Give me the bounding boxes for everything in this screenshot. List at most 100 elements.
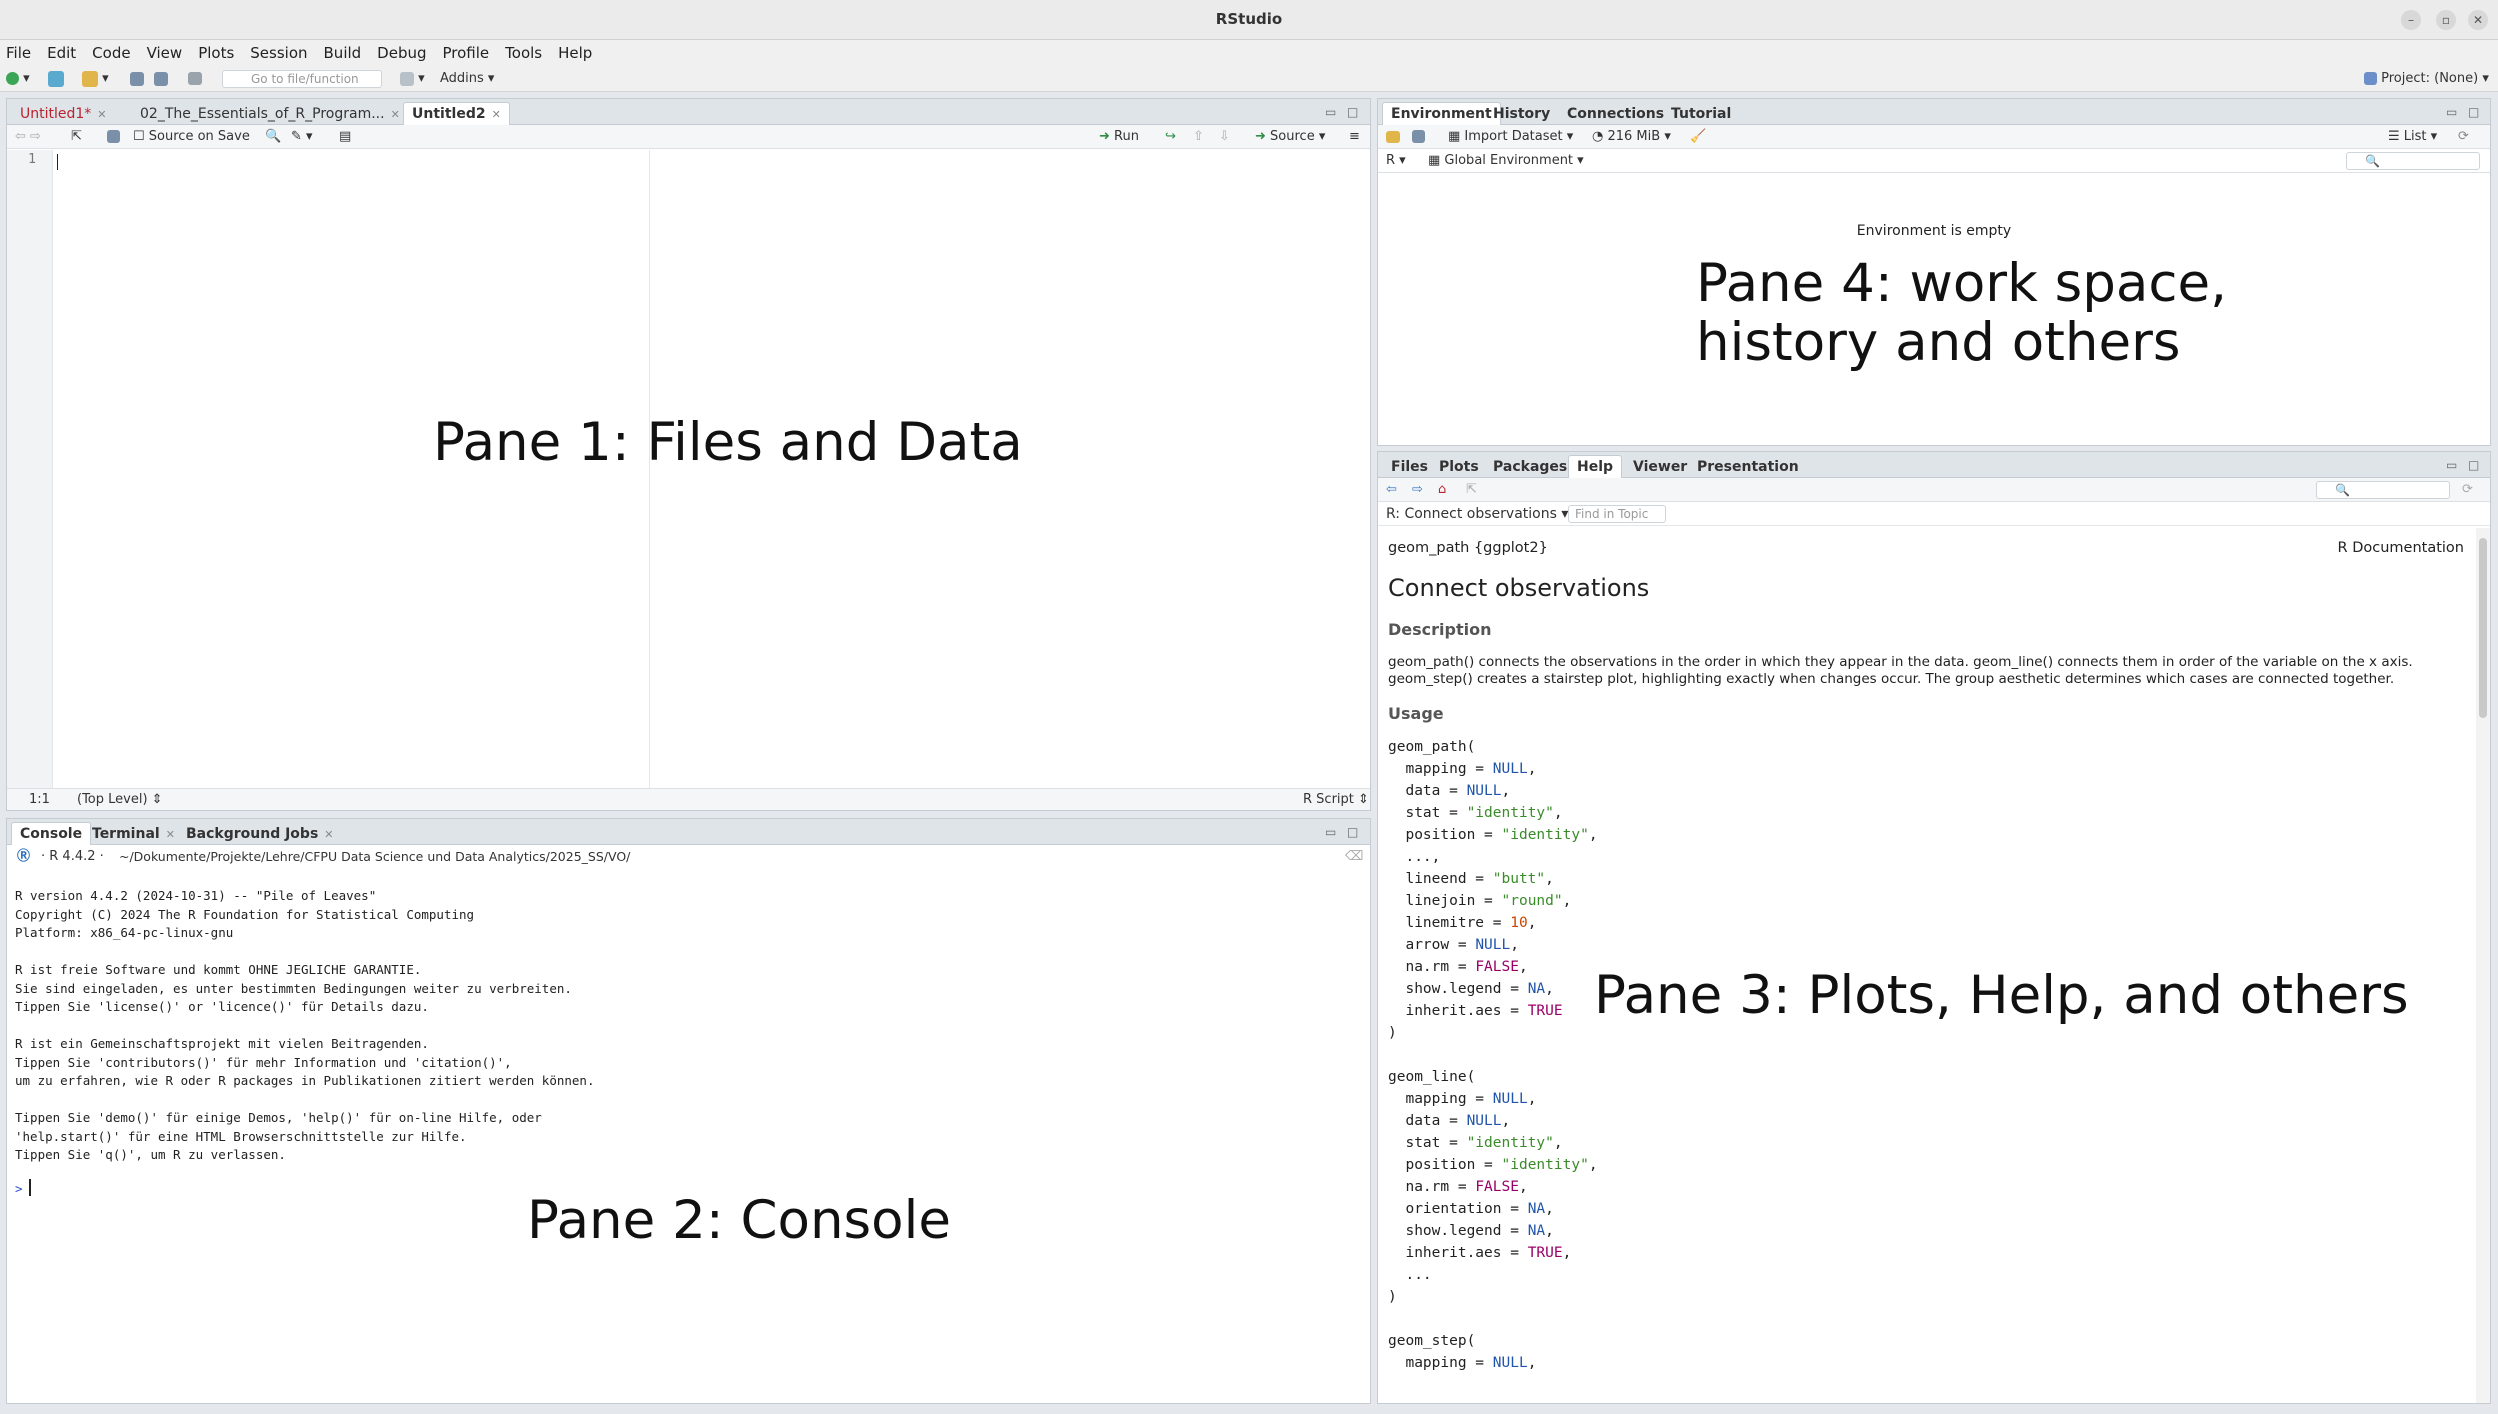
menu-tools[interactable]: Tools	[497, 40, 550, 66]
save-icon[interactable]	[107, 125, 120, 149]
menu-code[interactable]: Code	[84, 40, 138, 66]
minimize-pane-icon[interactable]: ▭	[2446, 105, 2457, 119]
maximize-pane-icon[interactable]: □	[1347, 825, 1358, 839]
goto-file-input[interactable]: Go to file/function	[222, 70, 382, 88]
help-search-input[interactable]: 🔍	[2316, 481, 2450, 499]
popout-icon[interactable]: ⇱	[1466, 478, 1477, 502]
menu-plots[interactable]: Plots	[190, 40, 242, 66]
minimize-pane-icon[interactable]: ▭	[1325, 825, 1336, 839]
scope-selector[interactable]: ▦ Global Environment ▾	[1428, 149, 1584, 173]
maximize-pane-icon[interactable]: □	[1347, 105, 1358, 119]
tab-viewer[interactable]: Viewer	[1624, 455, 1696, 478]
tab-presentation[interactable]: Presentation	[1688, 455, 1808, 478]
close-icon[interactable]: ✕	[2468, 10, 2488, 30]
tab-files[interactable]: Files	[1382, 455, 1437, 478]
new-project-icon[interactable]	[48, 69, 64, 89]
tab-tutorial[interactable]: Tutorial	[1662, 102, 1740, 125]
console-header: Ⓡ · R 4.4.2 · ~/Dokumente/Projekte/Lehre…	[7, 845, 1370, 869]
scope-selector[interactable]: (Top Level) ⇕	[77, 789, 163, 810]
new-file-icon[interactable]: ▾	[6, 69, 30, 89]
home-icon[interactable]: ⌂	[1438, 478, 1446, 502]
search-icon[interactable]: 🔍	[265, 125, 281, 149]
tab-console[interactable]: Console	[11, 822, 92, 845]
print-icon[interactable]	[188, 69, 202, 89]
broom-icon[interactable]: 🧹	[1690, 125, 1706, 149]
compile-report-icon[interactable]: ▤	[339, 125, 351, 149]
find-in-topic-input[interactable]: Find in Topic	[1568, 505, 1666, 523]
pane-layout-icon[interactable]: ▾	[400, 69, 425, 89]
maximize-icon[interactable]: ▫	[2436, 10, 2456, 30]
tab-background-jobs[interactable]: Background Jobs ✕	[177, 822, 343, 845]
menu-profile[interactable]: Profile	[435, 40, 498, 66]
menu-session[interactable]: Session	[242, 40, 315, 66]
cursor-position: 1:1	[29, 792, 50, 807]
console-line: Tippen Sie 'demo()' für einige Demos, 'h…	[15, 1110, 542, 1125]
view-mode-menu[interactable]: ☰ List ▾	[2388, 125, 2437, 149]
scrollbar-thumb[interactable]	[2479, 538, 2487, 718]
outline-icon[interactable]: ≡	[1349, 125, 1360, 149]
menu-file[interactable]: File	[0, 40, 39, 66]
close-icon[interactable]: ✕	[97, 108, 106, 121]
console-prompt: >	[15, 1181, 23, 1196]
language-selector[interactable]: R ▾	[1386, 149, 1406, 173]
code-tools-icon[interactable]: ✎ ▾	[291, 125, 313, 149]
maximize-pane-icon[interactable]: □	[2468, 458, 2479, 472]
close-icon[interactable]: ✕	[324, 828, 333, 841]
editor-tab-essentials[interactable]: 02_The_Essentials_of_R_Program... ✕	[131, 102, 409, 125]
tab-help[interactable]: Help	[1568, 455, 1623, 478]
console-line: 'help.start()' für eine HTML Browserschn…	[15, 1128, 467, 1144]
editor-tab-untitled1[interactable]: Untitled1* ✕	[11, 102, 116, 125]
tab-packages[interactable]: Packages	[1484, 455, 1576, 478]
tab-connections[interactable]: Connections	[1558, 102, 1673, 125]
source-on-save-checkbox[interactable]: ☐ Source on Save	[133, 125, 250, 149]
close-icon[interactable]: ✕	[391, 108, 400, 121]
environment-search-input[interactable]: 🔍	[2346, 152, 2480, 170]
back-arrow-icon[interactable]: ⇦	[1386, 478, 1397, 502]
up-icon[interactable]: ⇧	[1193, 125, 1204, 149]
editor-tab-untitled2[interactable]: Untitled2 ✕	[403, 102, 510, 125]
help-tabs: Files Plots Packages Help Viewer Present…	[1378, 452, 2490, 478]
tab-terminal[interactable]: Terminal ✕	[83, 822, 184, 845]
file-type-selector[interactable]: R Script ⇕	[1303, 789, 1369, 810]
menu-build[interactable]: Build	[316, 40, 370, 66]
project-menu[interactable]: Project: (None) ▾	[2364, 69, 2489, 89]
main-toolbar: ▾ ▾ Go to file/function ▾ Addins ▾ Proje…	[0, 66, 2498, 92]
memory-usage-menu[interactable]: ◔ 216 MiB ▾	[1592, 125, 1671, 149]
minimize-icon[interactable]: –	[2401, 10, 2421, 30]
maximize-pane-icon[interactable]: □	[2468, 105, 2479, 119]
menu-edit[interactable]: Edit	[39, 40, 84, 66]
run-button[interactable]: ➜ Run	[1099, 125, 1139, 149]
load-workspace-icon[interactable]	[1386, 125, 1400, 149]
clear-console-icon[interactable]: ⌫	[1345, 845, 1363, 869]
save-icon[interactable]	[130, 69, 144, 89]
import-dataset-menu[interactable]: ▦ Import Dataset ▾	[1448, 125, 1573, 149]
tab-plots[interactable]: Plots	[1430, 455, 1488, 478]
forward-arrow-icon[interactable]: ⇨	[1412, 478, 1423, 502]
show-in-window-icon[interactable]: ⇱	[71, 125, 82, 149]
minimize-pane-icon[interactable]: ▭	[1325, 105, 1336, 119]
close-icon[interactable]: ✕	[166, 828, 175, 841]
save-workspace-icon[interactable]	[1412, 125, 1425, 149]
addins-menu[interactable]: Addins ▾	[440, 69, 494, 89]
minimize-pane-icon[interactable]: ▭	[2446, 458, 2457, 472]
menu-debug[interactable]: Debug	[369, 40, 434, 66]
menu-view[interactable]: View	[139, 40, 191, 66]
close-icon[interactable]: ✕	[492, 108, 501, 121]
usage-code-line: position = "identity",	[1388, 1157, 1598, 1173]
refresh-icon[interactable]: ⟳	[2462, 478, 2473, 502]
tab-history[interactable]: History	[1484, 102, 1559, 125]
down-icon[interactable]: ⇩	[1219, 125, 1230, 149]
menu-help[interactable]: Help	[550, 40, 600, 66]
r-version-selector[interactable]: · R 4.4.2 ·	[41, 845, 104, 869]
topic-selector[interactable]: R: Connect observations ▾	[1386, 502, 1568, 526]
back-icon[interactable]: ⇦ ⇨	[15, 125, 41, 149]
help-scrollbar[interactable]	[2476, 528, 2490, 1403]
source-button[interactable]: ➜ Source ▾	[1255, 125, 1325, 149]
console-cursor[interactable]	[29, 1179, 31, 1196]
save-all-icon[interactable]	[154, 69, 168, 89]
rerun-icon[interactable]: ↪	[1165, 125, 1176, 149]
open-file-icon[interactable]: ▾	[82, 69, 109, 89]
tab-environment[interactable]: Environment	[1382, 102, 1501, 125]
window-titlebar: RStudio – ▫ ✕	[0, 0, 2498, 40]
refresh-icon[interactable]: ⟳	[2458, 125, 2469, 149]
